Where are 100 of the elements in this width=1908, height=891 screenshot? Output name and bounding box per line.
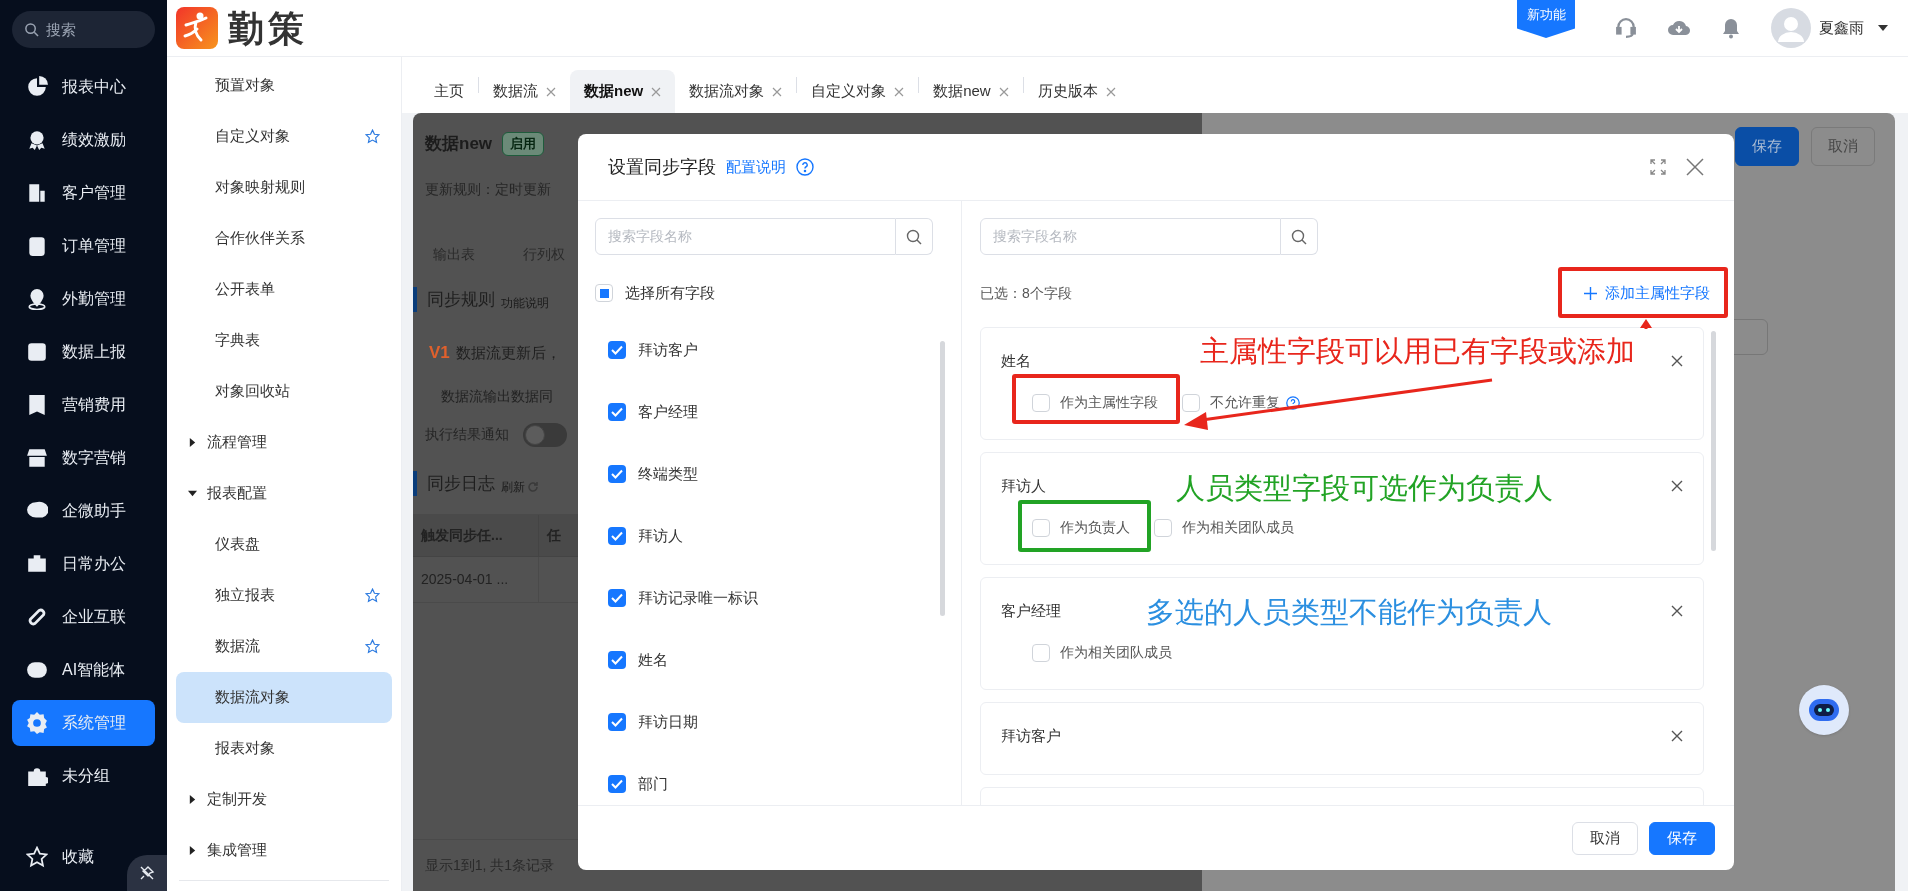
close-icon[interactable] [651, 86, 662, 97]
favorites-button[interactable]: 收藏 [12, 837, 112, 877]
checkbox[interactable] [1154, 518, 1172, 537]
nav-item[interactable]: 数据上报 [12, 328, 155, 375]
menu-item[interactable]: 对象回收站 [176, 366, 392, 417]
close-icon[interactable] [894, 86, 905, 97]
checkbox[interactable] [608, 775, 626, 793]
help-icon[interactable] [1286, 395, 1300, 410]
option-checkbox[interactable]: 作为相关团队成员 [1032, 642, 1172, 663]
menu-item[interactable]: 自定义对象 [176, 111, 392, 162]
menu-item[interactable]: 字典表 [176, 315, 392, 366]
search-field[interactable]: 搜索字段名称 [595, 218, 896, 255]
nav-item[interactable]: 订单管理 [12, 222, 155, 269]
checkbox[interactable] [608, 651, 626, 669]
menu-group[interactable]: 集成管理 [176, 825, 392, 876]
search-button[interactable] [1281, 218, 1318, 255]
bell-icon[interactable] [1721, 17, 1741, 39]
field-checkbox[interactable]: 客户经理 [595, 381, 944, 443]
menu-group[interactable]: 定制开发 [176, 774, 392, 825]
save-button[interactable]: 保存 [1735, 127, 1799, 166]
save-button[interactable]: 保存 [1649, 821, 1715, 855]
close-icon[interactable] [1686, 158, 1704, 176]
checkbox[interactable] [1032, 643, 1050, 662]
tab[interactable]: 历史版本 [1023, 70, 1130, 113]
nav-item[interactable]: 企业互联 [12, 593, 155, 640]
option-checkbox[interactable]: 作为相关团队成员 [1154, 517, 1294, 538]
checkbox[interactable] [608, 465, 626, 483]
select-all-checkbox[interactable]: 选择所有字段 [595, 277, 944, 309]
scrollbar[interactable] [1711, 331, 1716, 551]
fullscreen-icon[interactable] [1650, 159, 1666, 175]
tab[interactable]: 数据new [570, 70, 676, 113]
add-field-link[interactable]: 添加主属性字段 [1584, 281, 1710, 305]
option-checkbox[interactable]: 不允许重复 [1182, 392, 1300, 413]
menu-item[interactable]: 仪表盘 [176, 519, 392, 570]
close-icon[interactable] [546, 86, 556, 97]
checkbox[interactable] [608, 527, 626, 545]
option-checkbox[interactable]: 作为负责人 [1032, 517, 1130, 538]
search-field[interactable]: 搜索 [12, 11, 155, 48]
cancel-button[interactable]: 取消 [1572, 821, 1638, 855]
menu-item[interactable]: 独立报表 [176, 570, 392, 621]
caret-icon[interactable] [1878, 25, 1888, 31]
menu-item[interactable]: 数据流 [176, 621, 392, 672]
scrollbar[interactable] [940, 341, 945, 616]
close-icon[interactable] [1105, 86, 1116, 97]
menu-item[interactable]: 对象映射规则 [176, 162, 392, 213]
menu-group[interactable]: 流程管理 [176, 417, 392, 468]
checkbox[interactable] [608, 589, 626, 607]
menu-item[interactable]: 数据流对象 [176, 672, 392, 723]
remove-icon[interactable] [1671, 730, 1683, 742]
star-icon[interactable] [365, 639, 380, 654]
menu-item[interactable]: 公开表单 [176, 264, 392, 315]
nav-item[interactable]: 系统管理 [12, 699, 155, 746]
new-feature-badge[interactable]: 新功能 [1517, 0, 1575, 38]
star-icon[interactable] [365, 588, 380, 603]
nav-item[interactable]: 未分组 [12, 752, 155, 799]
nav-item[interactable]: 客户管理 [12, 169, 155, 216]
field-checkbox[interactable]: 终端类型 [595, 443, 944, 505]
checkbox[interactable] [608, 403, 626, 421]
help-link[interactable]: 配置说明 [726, 155, 786, 179]
checkbox[interactable] [608, 341, 626, 359]
field-checkbox[interactable]: 姓名 [595, 629, 944, 691]
option-checkbox[interactable]: 作为主属性字段 [1032, 392, 1158, 413]
nav-item[interactable]: 绩效激励 [12, 116, 155, 163]
nav-item[interactable]: 数字营销 [12, 434, 155, 481]
menu-item[interactable]: 报表对象 [176, 723, 392, 774]
nav-item[interactable]: AI智能体 [12, 646, 155, 693]
checkbox[interactable] [608, 713, 626, 731]
tab[interactable]: 自定义对象 [797, 70, 919, 113]
nav-item[interactable]: 营销费用 [12, 381, 155, 428]
toggle-switch[interactable] [523, 422, 567, 447]
remove-icon[interactable] [1671, 480, 1683, 492]
field-checkbox[interactable]: 部门 [595, 753, 944, 801]
checkbox[interactable] [1182, 393, 1200, 412]
checkbox[interactable] [1032, 393, 1050, 412]
search-button[interactable] [896, 218, 933, 255]
field-checkbox[interactable]: 拜访记录唯一标识 [595, 567, 944, 629]
tab[interactable]: 数据流 [479, 70, 570, 113]
cloud-download-icon[interactable] [1667, 18, 1691, 38]
nav-item[interactable]: 企微助手 [12, 487, 155, 534]
remove-icon[interactable] [1671, 605, 1683, 617]
menu-group[interactable]: 报表配置 [176, 468, 392, 519]
checkbox[interactable] [595, 284, 613, 302]
nav-item[interactable]: 外勤管理 [12, 275, 155, 322]
tab[interactable]: 主页 [420, 70, 478, 113]
search-field[interactable]: 搜索字段名称 [980, 218, 1281, 255]
collapse-pin-button[interactable] [127, 855, 167, 891]
field-checkbox[interactable]: 拜访人 [595, 505, 944, 567]
remove-icon[interactable] [1671, 355, 1683, 367]
close-icon[interactable] [772, 86, 783, 97]
checkbox[interactable] [1032, 518, 1050, 537]
field-checkbox[interactable]: 拜访日期 [595, 691, 944, 753]
headset-icon[interactable] [1615, 17, 1637, 39]
menu-item[interactable]: 预置对象 [176, 60, 392, 111]
nav-item[interactable]: 日常办公 [12, 540, 155, 587]
star-icon[interactable] [365, 129, 380, 144]
close-icon[interactable] [998, 86, 1009, 97]
user-name[interactable]: 夏鑫雨 [1819, 16, 1864, 40]
help-icon[interactable] [796, 158, 814, 176]
tab[interactable]: 数据流对象 [675, 70, 797, 113]
nav-item[interactable]: 报表中心 [12, 63, 155, 110]
